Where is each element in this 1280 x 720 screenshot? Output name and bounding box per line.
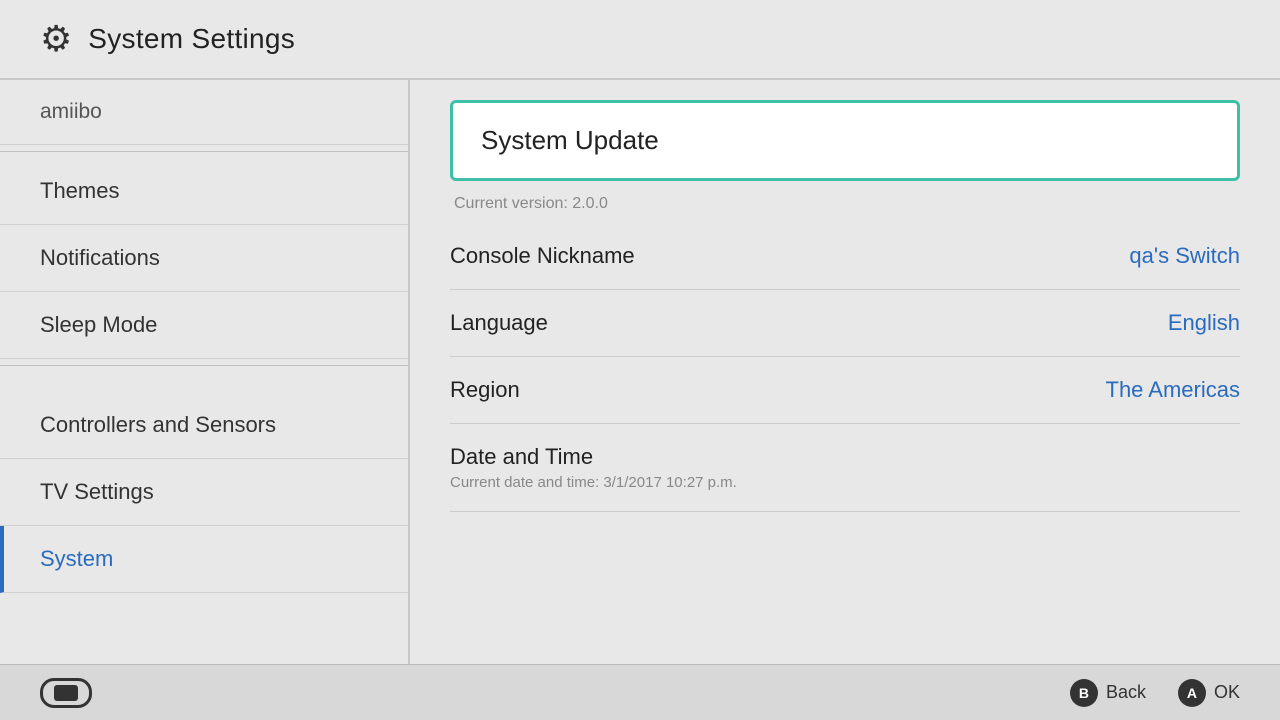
sidebar-divider-2	[0, 365, 408, 366]
date-and-time-subtitle: Current date and time: 3/1/2017 10:27 p.…	[450, 474, 737, 491]
sidebar-divider-1	[0, 151, 408, 152]
sidebar-item-label: Sleep Mode	[40, 312, 157, 337]
sidebar-gap	[0, 372, 408, 392]
sidebar-item-controllers-and-sensors[interactable]: Controllers and Sensors	[0, 392, 408, 459]
content-area: System Update Current version: 2.0.0 Con…	[410, 80, 1280, 664]
sidebar-item-system[interactable]: System	[0, 526, 408, 593]
page-title: System Settings	[88, 23, 295, 55]
date-and-time-label: Date and Time	[450, 444, 593, 470]
region-value: The Americas	[1106, 377, 1241, 403]
system-update-title: System Update	[481, 125, 1209, 156]
b-button-icon: B	[1070, 679, 1098, 707]
language-label: Language	[450, 310, 548, 336]
bottom-right: B Back A OK	[1070, 679, 1240, 707]
system-update-subtitle: Current version: 2.0.0	[450, 189, 1240, 213]
console-nickname-value: qa's Switch	[1129, 243, 1240, 269]
main-layout: amiibo Themes Notifications Sleep Mode C…	[0, 80, 1280, 664]
ok-label: OK	[1214, 682, 1240, 703]
sidebar-item-label: TV Settings	[40, 479, 154, 504]
sidebar: amiibo Themes Notifications Sleep Mode C…	[0, 80, 410, 664]
sidebar-item-tv-settings[interactable]: TV Settings	[0, 459, 408, 526]
sidebar-item-label: amiibo	[40, 100, 102, 123]
sidebar-item-label: Themes	[40, 178, 119, 203]
sidebar-item-label: Notifications	[40, 245, 160, 270]
sidebar-item-themes[interactable]: Themes	[0, 158, 408, 225]
region-label: Region	[450, 377, 520, 403]
language-value: English	[1168, 310, 1240, 336]
date-and-time-row[interactable]: Date and Time Current date and time: 3/1…	[450, 424, 1240, 512]
back-label: Back	[1106, 682, 1146, 703]
sidebar-item-label: Controllers and Sensors	[40, 412, 276, 437]
sidebar-item-notifications[interactable]: Notifications	[0, 225, 408, 292]
settings-icon: ⚙	[40, 18, 72, 60]
bottom-bar: B Back A OK	[0, 664, 1280, 720]
sidebar-item-sleep-mode[interactable]: Sleep Mode	[0, 292, 408, 359]
sidebar-item-label: System	[40, 546, 113, 571]
controller-icon	[40, 678, 92, 708]
console-nickname-label: Console Nickname	[450, 243, 635, 269]
a-button-icon: A	[1178, 679, 1206, 707]
console-nickname-row[interactable]: Console Nickname qa's Switch	[450, 223, 1240, 290]
region-row[interactable]: Region The Americas	[450, 357, 1240, 424]
system-update-card[interactable]: System Update	[450, 100, 1240, 181]
bottom-left	[40, 678, 92, 708]
language-row[interactable]: Language English	[450, 290, 1240, 357]
sidebar-item-amiibo[interactable]: amiibo	[0, 80, 408, 145]
ok-button-hint[interactable]: A OK	[1178, 679, 1240, 707]
header: ⚙ System Settings	[0, 0, 1280, 80]
controller-screen	[54, 685, 78, 701]
back-button-hint[interactable]: B Back	[1070, 679, 1146, 707]
